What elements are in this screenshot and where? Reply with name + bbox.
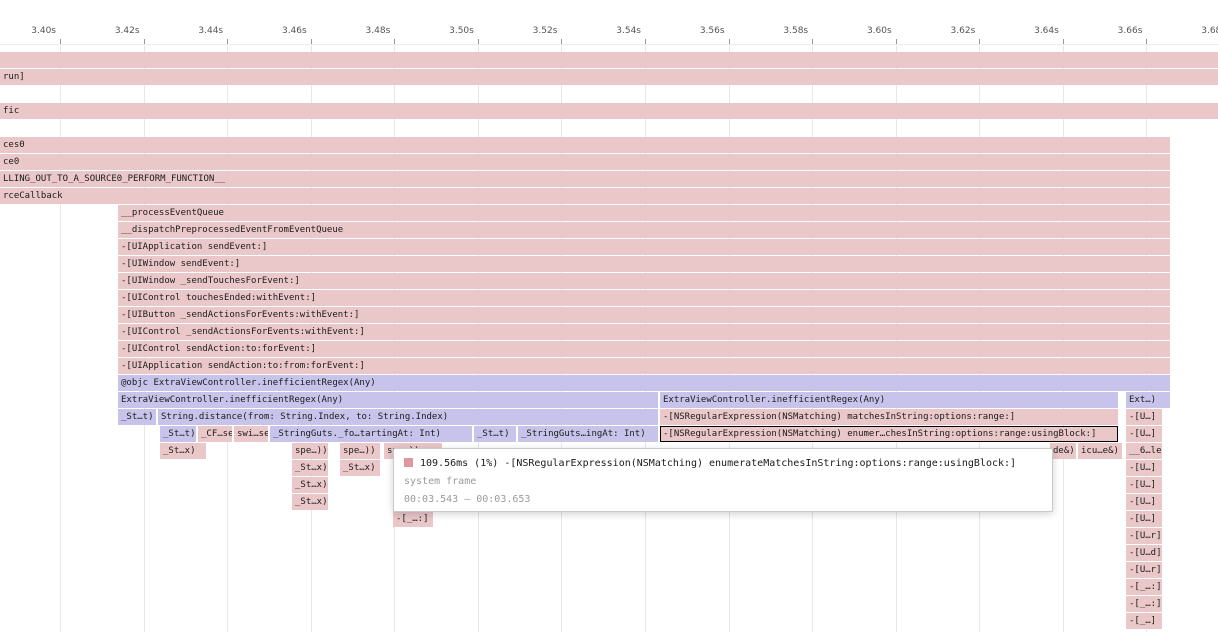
flame-bar[interactable]: icu…e&) [1078,443,1122,459]
ruler-label: 3.56s [657,26,725,36]
flame-bar[interactable]: -[NSRegularExpression(NSMatching) matche… [660,409,1118,425]
ruler-tick [478,39,479,44]
ruler-tick [812,39,813,44]
flame-bar[interactable]: -[U…] [1126,511,1162,527]
ruler-label: 3.46s [239,26,307,36]
flame-bar[interactable] [0,52,1218,68]
flame-bar[interactable]: _St…x) [292,477,328,493]
ruler-tick [60,39,61,44]
flame-bar[interactable]: -[UIButton _sendActionsForEvents:withEve… [118,307,1170,323]
ruler-label: 3.44s [155,26,223,36]
tooltip-note: system frame [404,473,1042,491]
ruler-tick [729,39,730,44]
tooltip-swatch-icon [404,458,413,467]
flame-bar[interactable]: String.distance(from: String.Index, to: … [158,409,658,425]
flame-bar[interactable]: _St…x) [160,443,206,459]
flame-bar[interactable]: @objc ExtraViewController.inefficientReg… [118,375,1170,391]
flame-bar[interactable]: _St…t) [474,426,516,442]
ruler-tick [394,39,395,44]
flame-bar[interactable]: -[U…d] [1126,545,1162,561]
flame-bar[interactable]: -[U…] [1126,409,1162,425]
ruler-label: 3.68s [1158,26,1218,36]
gridline [60,44,61,632]
ruler-tick [144,39,145,44]
ruler-tick [227,39,228,44]
instruments-time-profiler: run] fic ces0ce0LLING_OUT_TO_A_SOURCE0_PER… [0,0,1218,632]
flame-bar[interactable]: -[UIApplication sendEvent:] [118,239,1170,255]
flame-bar[interactable]: -[_…:] [1126,579,1162,595]
flame-bar[interactable]: _CF…se [198,426,232,442]
flame-bar[interactable]: -[U…] [1126,494,1162,510]
ruler-tick [1146,39,1147,44]
ruler-label: 3.52s [489,26,557,36]
flame-bar[interactable]: -[U…r] [1126,562,1162,578]
flame-bar[interactable]: -[UIControl sendAction:to:forEvent:] [118,341,1170,357]
ruler-tick [1063,39,1064,44]
flame-bar[interactable]: _St…x) [292,494,328,510]
flame-bar[interactable]: ces0 [0,137,1170,153]
ruler-label: 3.48s [322,26,390,36]
ruler-label: 3.54s [573,26,641,36]
flame-bar[interactable]: __dispatchPreprocessedEventFromEventQueu… [118,222,1170,238]
flame-bar[interactable]: run] [0,69,1218,85]
tooltip-symbol: -[NSRegularExpression(NSMatching) enumer… [504,458,1016,469]
flame-bar[interactable]: -[_…:] [1126,596,1162,612]
flame-bar[interactable]: swi…se [234,426,268,442]
ruler-tick [645,39,646,44]
flame-bar[interactable]: -[U…r] [1126,528,1162,544]
tooltip: 109.56ms (1%) -[NSRegularExpression(NSMa… [393,448,1053,512]
ruler-tick [979,39,980,44]
flame-bar[interactable]: ce0 [0,154,1170,170]
flame-bar[interactable]: _St…x) [292,460,328,476]
flame-bar[interactable]: spe…)) [340,443,380,459]
flame-bar[interactable]: Ext…) [1126,392,1170,408]
ruler-label: 3.62s [907,26,975,36]
ruler-label: 3.60s [824,26,892,36]
tooltip-time-range: 00:03.543 — 00:03.653 [404,491,1042,509]
tooltip-duration: 109.56ms (1%) [420,458,498,469]
flame-bar[interactable]: -[_…] [1126,613,1162,629]
flame-bar[interactable]: __6…le [1126,443,1162,459]
flame-bar[interactable]: _St…t) [160,426,196,442]
flame-bar[interactable]: -[UIWindow sendEvent:] [118,256,1170,272]
ruler-label: 3.58s [740,26,808,36]
flame-bar[interactable]: -[U…] [1126,460,1162,476]
flame-bar[interactable]: -[UIApplication sendAction:to:from:forEv… [118,358,1170,374]
flame-bar[interactable]: spe…)) [292,443,328,459]
flame-bar[interactable]: -[_…:] [393,511,433,527]
flame-bar[interactable]: fic [0,103,1218,119]
ruler-tick [311,39,312,44]
flame-bar[interactable]: _StringGuts…ingAt: Int) [518,426,658,442]
flame-bar[interactable]: -[U…] [1126,477,1162,493]
flame-bar[interactable]: -[UIWindow _sendTouchesForEvent:] [118,273,1170,289]
flame-bar[interactable]: ExtraViewController.inefficientRegex(Any… [118,392,658,408]
flame-bar[interactable]: de&) [1050,443,1076,459]
flame-bar[interactable]: -[U…] [1126,426,1162,442]
tooltip-title: 109.56ms (1%) -[NSRegularExpression(NSMa… [404,455,1042,473]
flame-bar-selected[interactable]: -[NSRegularExpression(NSMatching) enumer… [660,426,1118,442]
flame-bar[interactable]: -[UIControl _sendActionsForEvents:withEv… [118,324,1170,340]
flame-bar[interactable]: rceCallback [0,188,1170,204]
ruler-label: 3.66s [1074,26,1142,36]
flame-bar[interactable]: -[UIControl touchesEnded:withEvent:] [118,290,1170,306]
flame-bar[interactable]: LLING_OUT_TO_A_SOURCE0_PERFORM_FUNCTION_… [0,171,1170,187]
flame-bar[interactable]: __processEventQueue [118,205,1170,221]
flame-bar[interactable]: _St…x) [340,460,380,476]
ruler-label: 3.64s [991,26,1059,36]
flame-bar[interactable]: _St…t) [118,409,156,425]
ruler-label: 3.50s [406,26,474,36]
ruler-label: 3.40s [0,26,56,36]
time-ruler[interactable]: 3.40s 3.42s 3.44s 3.46s 3.48s 3.50s 3.52s 3.54s… [0,0,1218,45]
ruler-tick [896,39,897,44]
ruler-tick [561,39,562,44]
flame-bar[interactable]: _StringGuts._fo…tartingAt: Int) [270,426,472,442]
flame-bar[interactable]: ExtraViewController.inefficientRegex(Any… [660,392,1118,408]
ruler-label: 3.42s [72,26,140,36]
